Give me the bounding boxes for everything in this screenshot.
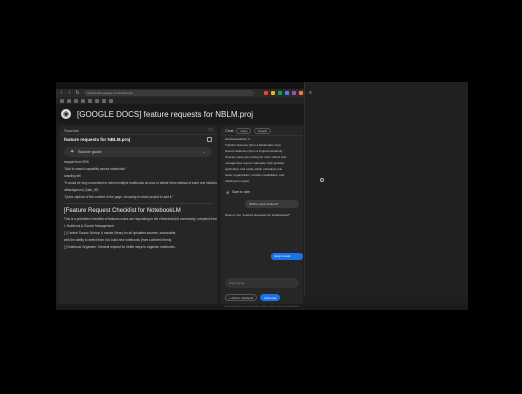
open-source-icon[interactable] bbox=[207, 137, 212, 142]
chat-panel: Chat Copy Export characterisation) 3 Tra… bbox=[221, 126, 303, 310]
source-line: "Quick capture of the content of the pag… bbox=[64, 195, 174, 199]
collapse-panel-icon[interactable]: ▭ bbox=[208, 126, 213, 135]
source-guide-label: Source guide bbox=[78, 149, 102, 154]
add-to-notebook-button[interactable]: + Add to notebook bbox=[225, 294, 258, 301]
source-title: feature requests for NBLM.proj bbox=[59, 135, 217, 145]
screen-recording: ‹ › ↻ notebooklm.google.com/notebook/ ◉ … bbox=[56, 82, 468, 310]
source-section-title: I. Notebook & Source Management bbox=[64, 224, 114, 228]
notebook-title[interactable]: [GOOGLE DOCS] feature requests for NBLM.… bbox=[77, 110, 253, 119]
bookmark-icon[interactable] bbox=[102, 98, 106, 103]
extension-icons bbox=[264, 91, 303, 95]
chat-header-label: Chat bbox=[225, 128, 234, 133]
sparkle-icon: ✦ bbox=[70, 149, 75, 155]
source-paragraph: This is a prioritized checklist of featu… bbox=[64, 217, 217, 221]
add-note-button[interactable]: Add note bbox=[260, 294, 281, 301]
window-menu-icon[interactable]: ≡ bbox=[309, 90, 312, 96]
bookmark-icon[interactable] bbox=[95, 98, 99, 103]
extension-icon[interactable] bbox=[278, 91, 282, 95]
back-icon[interactable]: ‹ bbox=[59, 90, 64, 96]
bookmark-icon[interactable] bbox=[81, 98, 85, 103]
save-to-note-label: Save to note bbox=[232, 190, 250, 194]
reload-icon[interactable]: ↻ bbox=[75, 90, 80, 96]
source-line: "It would be very convenient to select m… bbox=[64, 181, 217, 185]
address-bar[interactable]: notebooklm.google.com/notebook/ bbox=[84, 90, 254, 96]
source-line: "Add to search capability across noteboo… bbox=[64, 167, 126, 171]
bookmark-icon[interactable] bbox=[67, 98, 71, 103]
source-heading: [Feature Request Checklist for NotebookL… bbox=[64, 208, 181, 214]
extension-icon[interactable] bbox=[292, 91, 296, 95]
sources-header-label: Sources bbox=[64, 128, 79, 133]
checklist-item: [ ] Notebook Organizer: General request … bbox=[64, 245, 176, 249]
extension-icon[interactable] bbox=[299, 91, 303, 95]
source-line: uiBackground_Dark_HD bbox=[64, 188, 99, 192]
chevron-down-icon: ⌄ bbox=[202, 149, 206, 154]
notebooklm-logo-icon[interactable]: ◉ bbox=[61, 109, 71, 119]
extension-icon[interactable] bbox=[271, 91, 275, 95]
divider bbox=[64, 203, 212, 204]
footer-disclaimer: NotebookLM can be inaccurate; please dou… bbox=[56, 304, 468, 310]
mouse-cursor-icon bbox=[320, 178, 324, 182]
chat-input[interactable]: Start typing... bbox=[225, 278, 299, 288]
assistant-reply: Notes in the "Feature Requests for Noteb… bbox=[225, 213, 290, 217]
extension-icon[interactable] bbox=[285, 91, 289, 95]
sources-panel: Sources ▭ feature requests for NBLM.proj… bbox=[59, 126, 217, 310]
checklist-item: with the ability to select from it to bu… bbox=[64, 238, 173, 242]
copy-button[interactable]: Copy bbox=[236, 127, 252, 134]
bookmark-icon[interactable] bbox=[88, 98, 92, 103]
extension-icon[interactable] bbox=[264, 91, 268, 95]
bookmark-icon[interactable] bbox=[109, 98, 113, 103]
save-to-note-button[interactable]: ⊕ Save to note bbox=[225, 188, 299, 196]
bookmark-icon[interactable] bbox=[60, 98, 64, 103]
sources-panel-header: Sources ▭ bbox=[59, 126, 217, 135]
forward-icon[interactable]: › bbox=[67, 90, 72, 96]
source-title-text: feature requests for NBLM.proj bbox=[64, 137, 131, 142]
overlay-window: ≡ bbox=[304, 82, 468, 296]
source-line: snippet from SDK bbox=[64, 160, 89, 164]
source-guide-button[interactable]: ✦ Source guide ⌄ bbox=[64, 147, 212, 157]
user-message: Which export feature? bbox=[245, 200, 299, 208]
chat-header: Chat Copy Export bbox=[221, 126, 303, 136]
source-line: crawling tell bbox=[64, 174, 81, 178]
chat-line: tracking for export. bbox=[225, 179, 250, 183]
suggestion-row: + Add to notebook Add note bbox=[225, 294, 281, 301]
export-button[interactable]: Export bbox=[254, 127, 272, 134]
checklist-item: [ ] Central Source Library: A master lib… bbox=[64, 231, 177, 235]
jump-to-last-tooltip[interactable]: Jump to last bbox=[271, 253, 303, 260]
pin-icon: ⊕ bbox=[226, 190, 230, 195]
bookmark-icon[interactable] bbox=[74, 98, 78, 103]
